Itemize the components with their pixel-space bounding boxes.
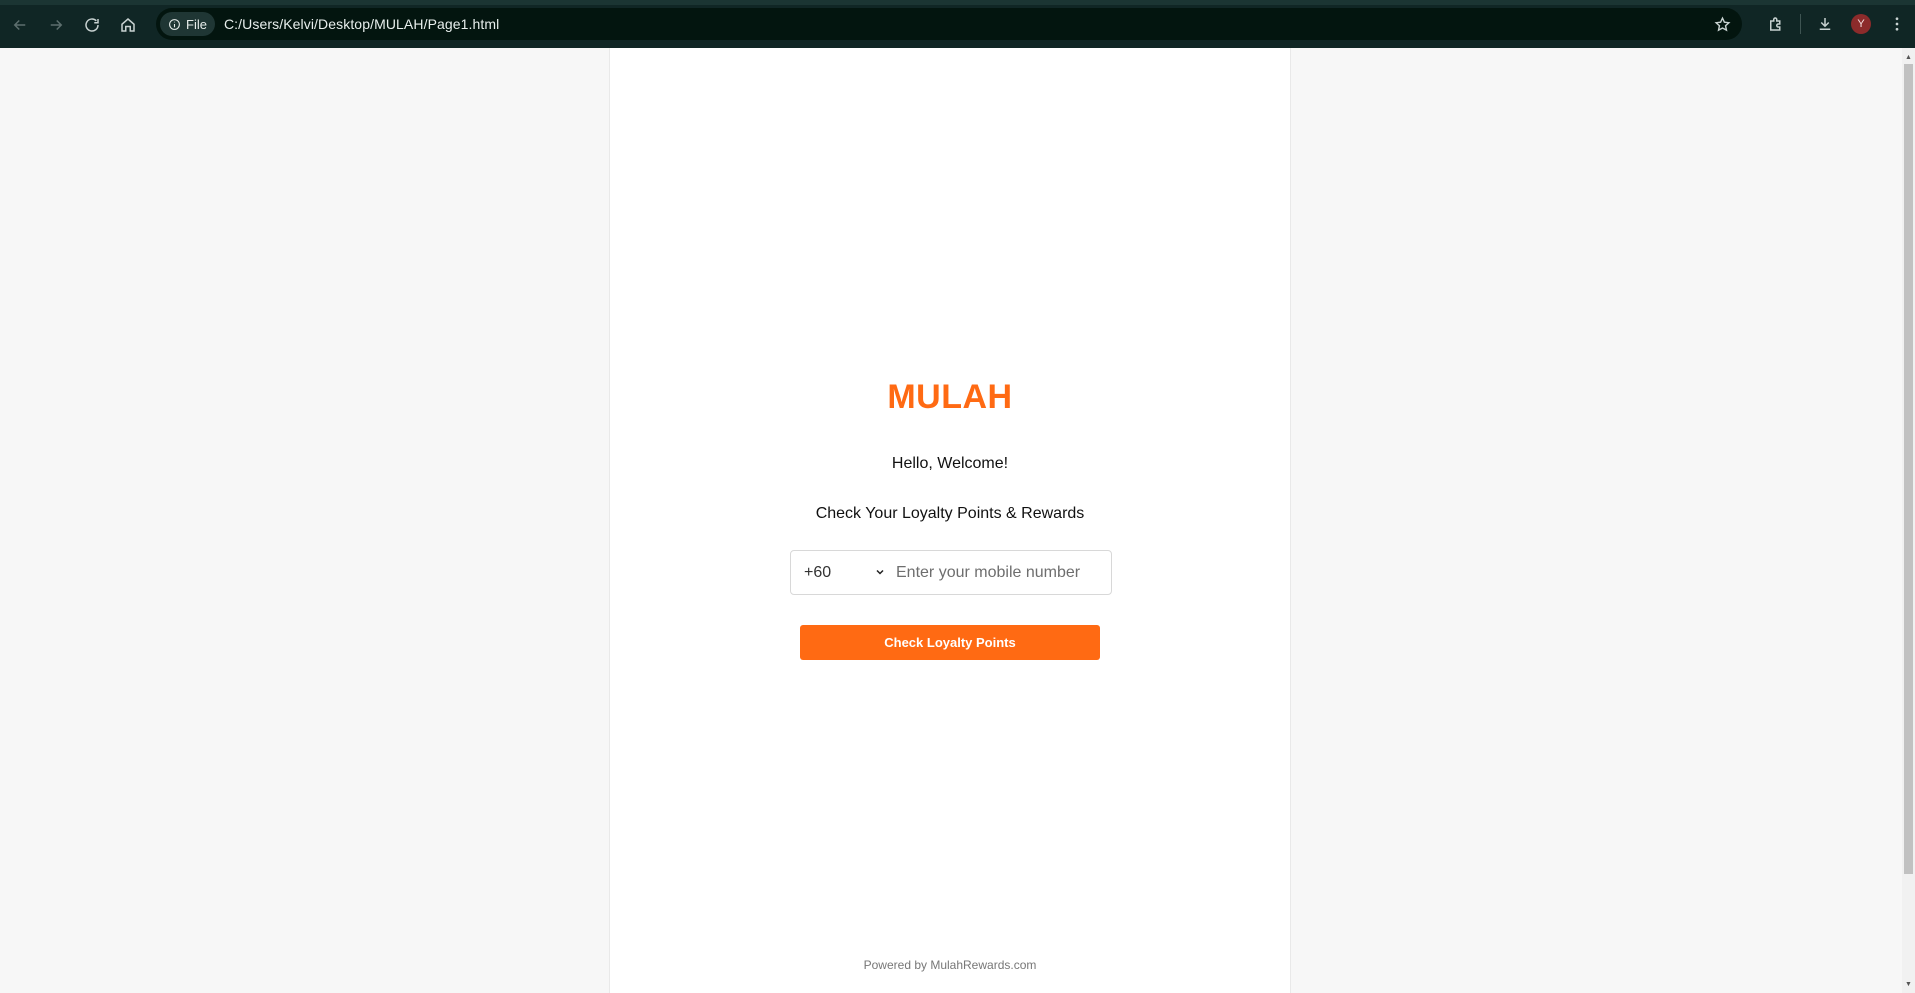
site-info-chip[interactable]: File: [160, 12, 215, 36]
reload-icon: [85, 17, 99, 32]
puzzle-icon: [1770, 17, 1781, 31]
welcome-text: Hello, Welcome!: [891, 455, 1009, 472]
phone-input-group: +60: [790, 550, 1112, 595]
country-code-select[interactable]: +60: [791, 551, 896, 594]
home-icon: [121, 17, 135, 32]
forward-button[interactable]: [38, 7, 74, 43]
downloads-button[interactable]: [1807, 6, 1843, 42]
toolbar-divider: [1800, 14, 1801, 34]
browser-menu-button[interactable]: [1879, 6, 1915, 42]
back-button[interactable]: [2, 7, 38, 43]
mobile-number-input[interactable]: [896, 551, 1111, 594]
site-chip-label: File: [186, 16, 207, 32]
page-subtitle: Check Your Loyalty Points & Rewards: [815, 505, 1085, 522]
chevron-down-icon: [876, 569, 884, 575]
reload-button[interactable]: [74, 7, 110, 43]
tab-strip: [0, 0, 1915, 5]
brand-title: MULAH: [887, 378, 1013, 416]
address-bar[interactable]: File C:/Users/Kelvi/Desktop/MULAH/Page1.…: [156, 8, 1742, 40]
page-scrollbar[interactable]: ▲ ▼: [1902, 48, 1915, 993]
scroll-up-arrow-icon[interactable]: ▲: [1902, 50, 1915, 64]
browser-toolbar: File C:/Users/Kelvi/Desktop/MULAH/Page1.…: [0, 0, 1915, 48]
download-icon: [1819, 18, 1831, 30]
star-icon: [1713, 15, 1731, 32]
scrollbar-thumb[interactable]: [1904, 64, 1913, 874]
page-viewport: MULAH Hello, Welcome! Check Your Loyalty…: [0, 48, 1915, 993]
profile-button[interactable]: Y: [1843, 6, 1879, 42]
url-text[interactable]: C:/Users/Kelvi/Desktop/MULAH/Page1.html: [224, 16, 499, 32]
check-loyalty-points-button[interactable]: Check Loyalty Points: [800, 625, 1100, 660]
powered-by-footer: Powered by MulahRewards.com: [863, 958, 1037, 972]
toolbar-actions: Y: [1758, 6, 1915, 42]
arrow-left-icon: [13, 19, 26, 30]
info-icon: [169, 18, 180, 30]
home-button[interactable]: [110, 7, 146, 43]
scroll-down-arrow-icon[interactable]: ▼: [1902, 977, 1915, 991]
arrow-right-icon: [50, 19, 63, 30]
bookmark-button[interactable]: [1710, 12, 1734, 36]
kebab-menu-icon: [1895, 17, 1899, 31]
country-code-value: +60: [804, 563, 832, 581]
avatar: Y: [1851, 14, 1871, 34]
extensions-button[interactable]: [1758, 6, 1794, 42]
page-card: MULAH Hello, Welcome! Check Your Loyalty…: [609, 48, 1291, 993]
